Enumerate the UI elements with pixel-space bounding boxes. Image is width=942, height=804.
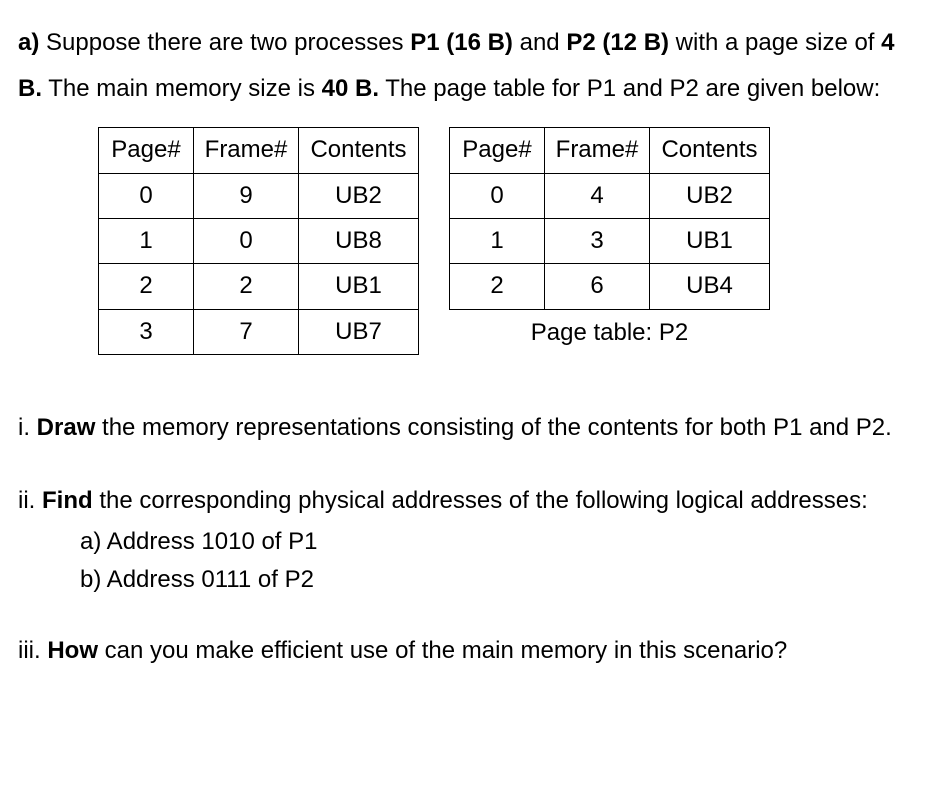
- table-header-row: Page# Frame# Contents: [99, 128, 419, 173]
- header-contents: Contents: [650, 128, 770, 173]
- cell: 2: [450, 264, 545, 309]
- header-frame: Frame#: [194, 128, 299, 173]
- p2-caption: Page table: P2: [531, 310, 688, 356]
- q1-num: i.: [18, 414, 37, 441]
- label-a: a): [18, 29, 39, 56]
- cell: 7: [194, 309, 299, 354]
- intro-text-3: with a page size of: [669, 29, 881, 56]
- intro-text-5: The page table for P1 and P2 are given b…: [379, 75, 880, 102]
- table-row: 1 3 UB1: [450, 218, 770, 263]
- cell: 6: [545, 264, 650, 309]
- intro-text-1: Suppose there are two processes: [39, 29, 410, 56]
- tables-container: Page# Frame# Contents 0 9 UB2 1 0 UB8 2 …: [98, 127, 924, 356]
- table-header-row: Page# Frame# Contents: [450, 128, 770, 173]
- p1-page-table: Page# Frame# Contents 0 9 UB2 1 0 UB8 2 …: [98, 127, 419, 355]
- p1-table-container: Page# Frame# Contents 0 9 UB2 1 0 UB8 2 …: [98, 127, 419, 355]
- q2-sub-a: a) Address 1010 of P1: [18, 523, 924, 561]
- cell: 3: [99, 309, 194, 354]
- cell: 0: [450, 173, 545, 218]
- header-page: Page#: [450, 128, 545, 173]
- p2-page-table: Page# Frame# Contents 0 4 UB2 1 3 UB1 2 …: [449, 127, 770, 310]
- cell: 3: [545, 218, 650, 263]
- question-2: ii. Find the corresponding physical addr…: [18, 479, 924, 599]
- q1-text: the memory representations consisting of…: [95, 414, 891, 441]
- q2-keyword: Find: [42, 487, 93, 514]
- q3-keyword: How: [47, 637, 98, 664]
- cell: UB1: [650, 218, 770, 263]
- question-1: i. Draw the memory representations consi…: [18, 406, 924, 449]
- q2-sub-b: b) Address 0111 of P2: [18, 561, 924, 599]
- q3-text: can you make efficient use of the main m…: [98, 637, 787, 664]
- cell: UB8: [299, 218, 419, 263]
- p2-label: P2 (12 B): [566, 29, 669, 56]
- p2-table-container: Page# Frame# Contents 0 4 UB2 1 3 UB1 2 …: [449, 127, 770, 356]
- cell: 1: [450, 218, 545, 263]
- q2-num: ii.: [18, 487, 42, 514]
- questions-list: i. Draw the memory representations consi…: [18, 406, 924, 672]
- table-row: 2 2 UB1: [99, 264, 419, 309]
- intro-paragraph: a) Suppose there are two processes P1 (1…: [18, 20, 924, 111]
- header-contents: Contents: [299, 128, 419, 173]
- cell: 2: [99, 264, 194, 309]
- table-row: 2 6 UB4: [450, 264, 770, 309]
- cell: 1: [99, 218, 194, 263]
- table-row: 1 0 UB8: [99, 218, 419, 263]
- cell: 2: [194, 264, 299, 309]
- cell: 4: [545, 173, 650, 218]
- cell: 9: [194, 173, 299, 218]
- header-page: Page#: [99, 128, 194, 173]
- table-row: 3 7 UB7: [99, 309, 419, 354]
- cell: UB1: [299, 264, 419, 309]
- mem-size: 40 B.: [322, 75, 379, 102]
- p1-label: P1 (16 B): [410, 29, 513, 56]
- table-row: 0 4 UB2: [450, 173, 770, 218]
- q1-keyword: Draw: [37, 414, 96, 441]
- header-frame: Frame#: [545, 128, 650, 173]
- cell: UB2: [299, 173, 419, 218]
- cell: UB2: [650, 173, 770, 218]
- intro-text-4: The main memory size is: [42, 75, 322, 102]
- q3-num: iii.: [18, 637, 47, 664]
- cell: 0: [99, 173, 194, 218]
- table-row: 0 9 UB2: [99, 173, 419, 218]
- cell: UB4: [650, 264, 770, 309]
- intro-text-2: and: [513, 29, 566, 56]
- cell: UB7: [299, 309, 419, 354]
- q2-text: the corresponding physical addresses of …: [93, 487, 868, 514]
- question-3: iii. How can you make efficient use of t…: [18, 629, 924, 672]
- cell: 0: [194, 218, 299, 263]
